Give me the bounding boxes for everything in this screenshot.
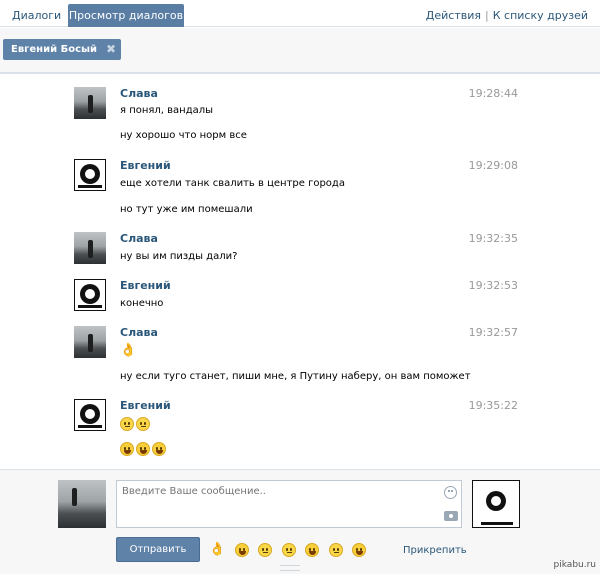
message-time: 19:29:08	[468, 159, 518, 172]
message-time: 19:35:22	[468, 399, 518, 412]
message-time: 19:32:53	[468, 279, 518, 292]
send-button[interactable]: Отправить	[116, 537, 200, 562]
avatar[interactable]	[74, 87, 106, 119]
message-time: 19:32:35	[468, 232, 518, 245]
message-text: ну если туго станет, пиши мне, я Путину …	[120, 371, 471, 382]
message-author[interactable]: Слава	[120, 326, 158, 339]
message-author[interactable]: Евгений	[120, 279, 171, 292]
tab-view-dialogs[interactable]: Просмотр диалогов	[68, 4, 184, 27]
top-links: Действия | К списку друзей	[426, 9, 588, 22]
message: Слава 19:32:35 ну вы им пизды дали?	[74, 232, 518, 264]
neutral-smiley-icon	[136, 417, 150, 431]
smiley-picker-icon[interactable]	[444, 486, 457, 499]
message-text: конечно	[120, 298, 164, 309]
actions-link[interactable]: Действия	[426, 9, 481, 22]
participant-chip-label: Евгений Босый	[11, 44, 98, 55]
smiling-smiley-icon[interactable]	[258, 543, 273, 557]
avatar[interactable]	[74, 326, 106, 358]
message-text: ну хорошо что норм все	[120, 130, 247, 141]
message-text: я понял, вандалы	[120, 105, 214, 116]
laughing-smiley-icon[interactable]	[305, 543, 320, 557]
avatar[interactable]	[74, 399, 106, 431]
message-text: ну вы им пизды дали?	[120, 251, 238, 262]
dialog-filter-bar: Евгений Босый ✖	[0, 28, 600, 74]
friends-list-link[interactable]: К списку друзей	[493, 9, 588, 22]
message-author[interactable]: Слава	[120, 232, 158, 245]
tab-bar: Диалоги Просмотр диалогов Действия | К спи…	[0, 0, 600, 27]
message-time: 19:28:44	[468, 87, 518, 100]
laughing-smiley-icon	[152, 442, 166, 456]
watermark: pikabu.ru	[553, 560, 596, 570]
ok-hand-icon: 👌	[120, 343, 137, 358]
grinning-smiley-icon[interactable]	[234, 543, 249, 557]
message-author[interactable]: Евгений	[120, 159, 171, 172]
message-author[interactable]: Евгений	[120, 399, 171, 412]
avatar[interactable]	[74, 279, 106, 311]
camera-icon[interactable]	[444, 511, 458, 521]
links-separator: |	[485, 9, 489, 22]
avatar[interactable]	[74, 232, 106, 264]
message-input[interactable]	[116, 480, 462, 528]
winking-smiley-icon[interactable]	[281, 543, 296, 557]
message-emoji-line: 👌	[120, 343, 136, 358]
avatar[interactable]	[74, 159, 106, 191]
attach-link[interactable]: Прикрепить	[403, 545, 467, 556]
message-emoji-line	[120, 442, 168, 456]
message-text: еще хотели танк свалить в центре города	[120, 178, 345, 189]
message-text: но тут уже им помешали	[120, 204, 253, 215]
resize-handle[interactable]	[280, 565, 300, 571]
message: Слава 19:28:44 я понял, вандалы ну хорош…	[74, 87, 518, 141]
message: Слава 19:32:57 👌 ну если туго станет, пи…	[74, 326, 518, 382]
message: Евгений 19:35:22	[74, 399, 518, 456]
close-icon[interactable]: ✖	[106, 39, 116, 60]
message-composer: Отправить 👌 Прикрепить pikabu.ru	[0, 469, 600, 574]
laughing-smiley-icon	[120, 442, 134, 456]
neutral-smiley-icon	[120, 417, 134, 431]
tongue-smiley-icon[interactable]	[352, 543, 367, 557]
message-emoji-line	[120, 417, 152, 431]
ok-hand-icon[interactable]: 👌	[209, 542, 225, 557]
participant-chip[interactable]: Евгений Босый ✖	[3, 39, 122, 60]
laughing-smiley-icon	[136, 442, 150, 456]
message-time: 19:32:57	[468, 326, 518, 339]
my-avatar[interactable]	[58, 480, 106, 528]
quick-emoji-bar: 👌	[209, 542, 372, 557]
blushing-smiley-icon[interactable]	[328, 543, 343, 557]
message-author[interactable]: Слава	[120, 87, 158, 100]
recipient-avatar[interactable]	[472, 480, 520, 528]
tab-dialogs[interactable]: Диалоги	[4, 4, 69, 27]
message: Евгений 19:29:08 еще хотели танк свалить…	[74, 159, 518, 215]
message: Евгений 19:32:53 конечно	[74, 279, 518, 311]
